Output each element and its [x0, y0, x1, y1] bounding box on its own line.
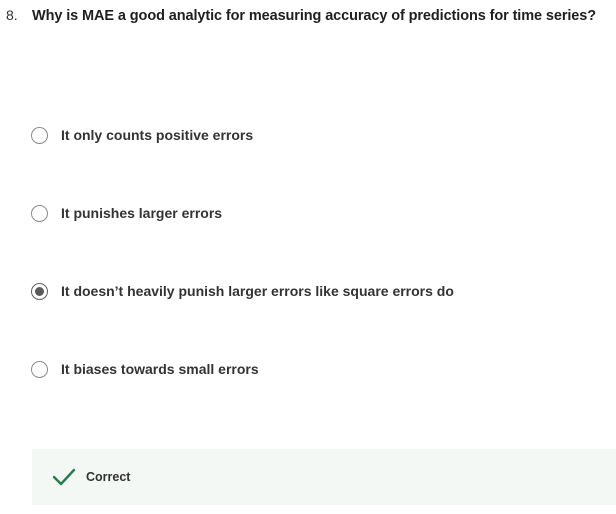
answer-option-2[interactable]: It punishes larger errors: [31, 202, 222, 224]
radio-button[interactable]: [31, 126, 48, 144]
answer-option-label: It biases towards small errors: [61, 361, 259, 377]
answer-option-4[interactable]: It biases towards small errors: [31, 358, 259, 380]
radio-button[interactable]: [31, 360, 48, 378]
question-header: 8. Why is MAE a good analytic for measur…: [6, 7, 596, 24]
feedback-banner: Correct: [32, 449, 616, 505]
question-number: 8.: [6, 7, 18, 23]
answer-option-label: It only counts positive errors: [61, 127, 254, 143]
checkmark-icon: [52, 468, 76, 486]
answer-option-label: It doesn’t heavily punish larger errors …: [61, 283, 454, 299]
answer-option-label: It punishes larger errors: [61, 205, 223, 221]
radio-button-selected[interactable]: [31, 282, 48, 300]
feedback-status: Correct: [86, 470, 131, 484]
answer-option-3[interactable]: It doesn’t heavily punish larger errors …: [31, 280, 454, 302]
question-text: Why is MAE a good analytic for measuring…: [32, 8, 596, 24]
answer-option-1[interactable]: It only counts positive errors: [31, 124, 253, 146]
radio-button[interactable]: [31, 204, 48, 222]
quiz-page: 8. Why is MAE a good analytic for measur…: [0, 0, 616, 514]
